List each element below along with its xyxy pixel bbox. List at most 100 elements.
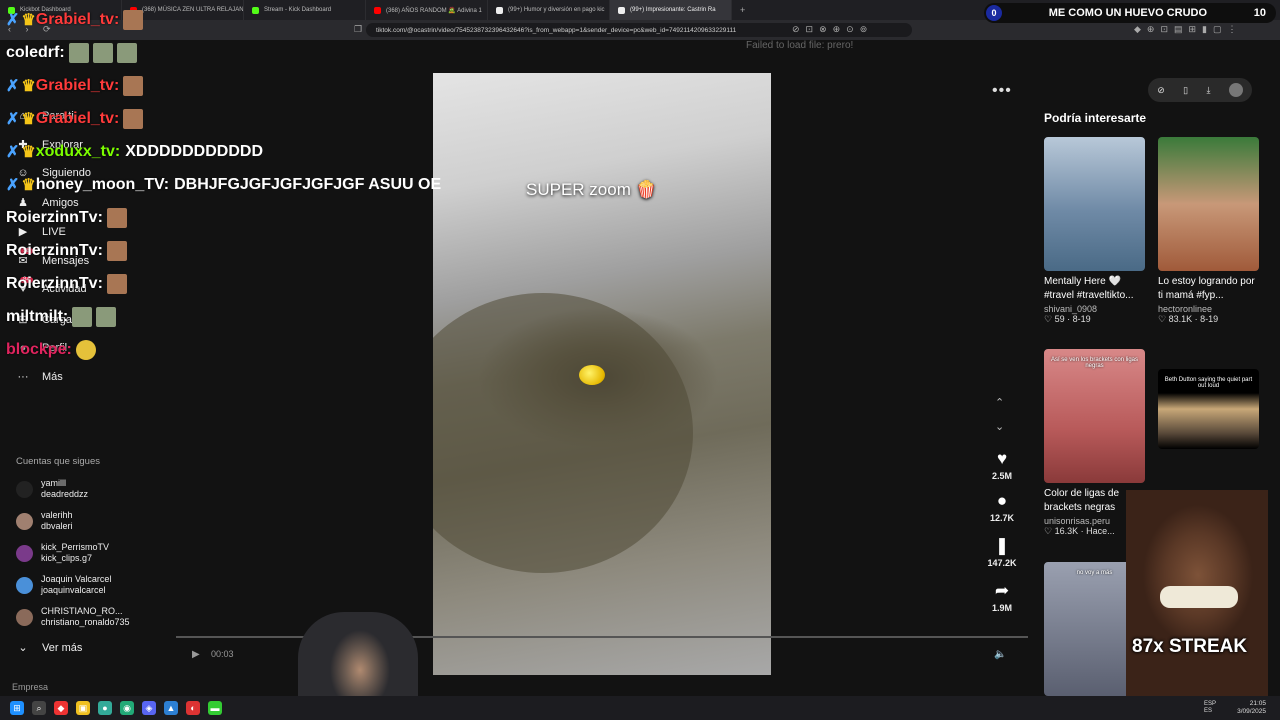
- taskbar-app-icon[interactable]: ⌕: [32, 701, 46, 715]
- taskbar-app-icon[interactable]: ▬: [208, 701, 222, 715]
- account-names: kick_PerrismoTV kick_clips.g7: [41, 542, 109, 564]
- card-date: Hace...: [1086, 526, 1115, 536]
- account-display-name: Joaquin Valcarcel: [41, 574, 112, 584]
- taskbar-app-icon[interactable]: ●: [98, 701, 112, 715]
- card-date: 8-19: [1200, 314, 1219, 324]
- extension-icons[interactable]: ⊘⊡⊗⊕⊙⊚: [792, 24, 873, 35]
- chevron-down-icon[interactable]: ⌄: [995, 420, 1004, 433]
- save-button[interactable]: ❚ 147.2K: [984, 536, 1020, 569]
- badge-icon: ✗: [6, 144, 20, 161]
- corn-kernel: [579, 365, 605, 385]
- recommended-title: Podría interesarte: [1044, 111, 1147, 125]
- thumbnail-overlay-text: Así se ven los brackets con ligas negras: [1050, 357, 1139, 369]
- chat-message: ✗ ♛ xoduxx_tv: XDDDDDDDDDDD: [6, 142, 263, 162]
- tab-favicon-icon: [618, 6, 625, 14]
- system-tray[interactable]: 21:05 3/09/2025: [1237, 700, 1266, 716]
- chat-username: Grabiel_tv:: [35, 11, 120, 28]
- chat-text: DBHJFGJGFJGFJGFJGF ASUU OE: [174, 176, 442, 193]
- avatar[interactable]: [1228, 83, 1243, 97]
- chevron-down-icon: ⌄: [18, 642, 28, 654]
- account-display-name: valerihh: [41, 510, 73, 520]
- compass-icon[interactable]: ⊘: [1157, 85, 1165, 96]
- emote-icon: [68, 43, 89, 63]
- account-handle: christiano_ronaldo735: [41, 617, 130, 627]
- avatar: [16, 576, 33, 594]
- taskbar-app-icon[interactable]: ▣: [76, 701, 90, 715]
- phone-icon[interactable]: ▯: [1183, 85, 1188, 96]
- like-button[interactable]: ♥ 2.5M: [984, 449, 1020, 482]
- account-names: valerihh dbvaleri: [41, 510, 73, 532]
- card-username: hectoronlinee: [1158, 304, 1213, 314]
- comment-button[interactable]: ● 12.7K: [984, 491, 1020, 524]
- following-account[interactable]: kick_PerrismoTV kick_clips.g7: [16, 542, 109, 564]
- see-more-button[interactable]: ⌄ Ver más: [16, 641, 82, 655]
- following-account[interactable]: CHRISTIANO_RO... christiano_ronaldo735: [16, 606, 130, 628]
- share-count: 1.9M: [991, 603, 1012, 613]
- following-account[interactable]: valerihh dbvaleri: [16, 510, 73, 532]
- crown-icon: ♛: [21, 144, 36, 161]
- taskbar-app-icon[interactable]: ◆: [54, 701, 68, 715]
- following-account[interactable]: yamilll deadreddzz: [16, 478, 88, 500]
- tray-date: 3/09/2025: [1237, 708, 1266, 715]
- download-icon[interactable]: ⤓: [1206, 85, 1210, 96]
- taskbar-app-icon[interactable]: ◐: [186, 701, 200, 715]
- following-heading: Cuentas que sigues: [16, 456, 100, 467]
- volume-icon[interactable]: 🔈: [994, 649, 1006, 660]
- toolbar-icons[interactable]: ◆⊕⊡▤⊞▮▢⋮: [1134, 24, 1243, 35]
- emote-icon: [116, 43, 137, 63]
- account-display-name: yamilll: [41, 478, 67, 488]
- heart-icon: ♡: [1158, 314, 1169, 324]
- thumbnail-overlay-text: Beth Dutton saying the quiet part out lo…: [1164, 377, 1253, 389]
- share-button[interactable]: ➦ 1.9M: [984, 582, 1020, 614]
- goal-counter: 0 ME COMO UN HUEVO CRUDO 10: [984, 3, 1276, 23]
- recommended-video-card[interactable]: Beth Dutton saying the quiet part out lo…: [1158, 349, 1259, 449]
- taskbar-app-icon[interactable]: ▲: [164, 701, 178, 715]
- card-caption: Lo estoy logrando por ti mamá #fyp...: [1158, 276, 1255, 301]
- meta-separator: ·: [1078, 526, 1087, 536]
- avatar: [16, 480, 33, 498]
- footer-empresa[interactable]: Empresa: [12, 682, 48, 692]
- taskbar-app-icon[interactable]: ◉: [120, 701, 134, 715]
- chevron-up-icon[interactable]: ⌃: [995, 396, 1004, 409]
- play-icon[interactable]: ▶: [192, 649, 200, 660]
- chat-message: RoierzinnTv:: [6, 241, 127, 261]
- chat-message: ✗ ♛ Grabiel_tv:: [6, 10, 144, 30]
- like-icon: ♥: [996, 449, 1008, 468]
- recommended-video-card[interactable]: Mentally Here 🤍 #travel #traveltikto... s…: [1044, 137, 1145, 325]
- crown-icon: ♛: [21, 111, 36, 128]
- taskbar-app-icon[interactable]: ◈: [142, 701, 156, 715]
- taskbar-app-icon[interactable]: ⊞: [10, 701, 24, 715]
- comment-icon: ●: [996, 491, 1008, 510]
- streak-label: 87x STREAK: [1132, 636, 1248, 657]
- chat-text: XDDDDDDDDDDD: [125, 143, 263, 160]
- badge-icon: ✗: [6, 78, 20, 95]
- save-icon: ❚: [994, 536, 1010, 555]
- recommended-video-card[interactable]: Lo estoy logrando por ti mamá #fyp... hec…: [1158, 137, 1259, 325]
- chat-message: miltmilt:: [6, 307, 117, 327]
- badge-icon: ✗: [6, 177, 20, 194]
- chat-username: RoierzinnTv:: [6, 275, 103, 292]
- heart-icon: ♡: [1044, 526, 1055, 536]
- card-meta: ♡ 59 · 8-19: [1044, 314, 1145, 325]
- browser-tab[interactable]: (99+) Impresionante: Castrin Ra: [610, 0, 732, 20]
- following-account[interactable]: Joaquin Valcarcel joaquinvalcarcel: [16, 574, 111, 596]
- failed-load-text: Failed to load file: prero!: [746, 40, 854, 51]
- stream-chat-overlay: ✗ ♛ Grabiel_tv: coledrf: ✗ ♛ Grabiel_tv: ✗ ♛ G…: [6, 0, 526, 380]
- emote-icon: [123, 10, 144, 30]
- emote-icon: [75, 340, 96, 360]
- emote-icon: [96, 307, 117, 327]
- avatar: [16, 608, 33, 626]
- chat-username: honey_moon_TV:: [35, 176, 170, 193]
- badge-icon: ✗: [6, 111, 20, 128]
- language-indicator[interactable]: ESP ES: [1204, 701, 1216, 715]
- card-username: shivani_0908: [1044, 304, 1098, 314]
- card-meta: ♡ 83.1K · 8-19: [1158, 314, 1259, 325]
- comment-count: 12.7K: [989, 513, 1015, 523]
- tab-title: (99+) Impresionante: Castrin Ra: [630, 7, 716, 13]
- chat-username: Grabiel_tv:: [35, 77, 120, 94]
- chat-message: RoierzinnTv:: [6, 274, 127, 294]
- emote-icon: [106, 274, 127, 294]
- new-tab-button[interactable]: +: [732, 5, 753, 15]
- more-options-icon[interactable]: •••: [992, 82, 1012, 100]
- chat-username: Grabiel_tv:: [35, 110, 120, 127]
